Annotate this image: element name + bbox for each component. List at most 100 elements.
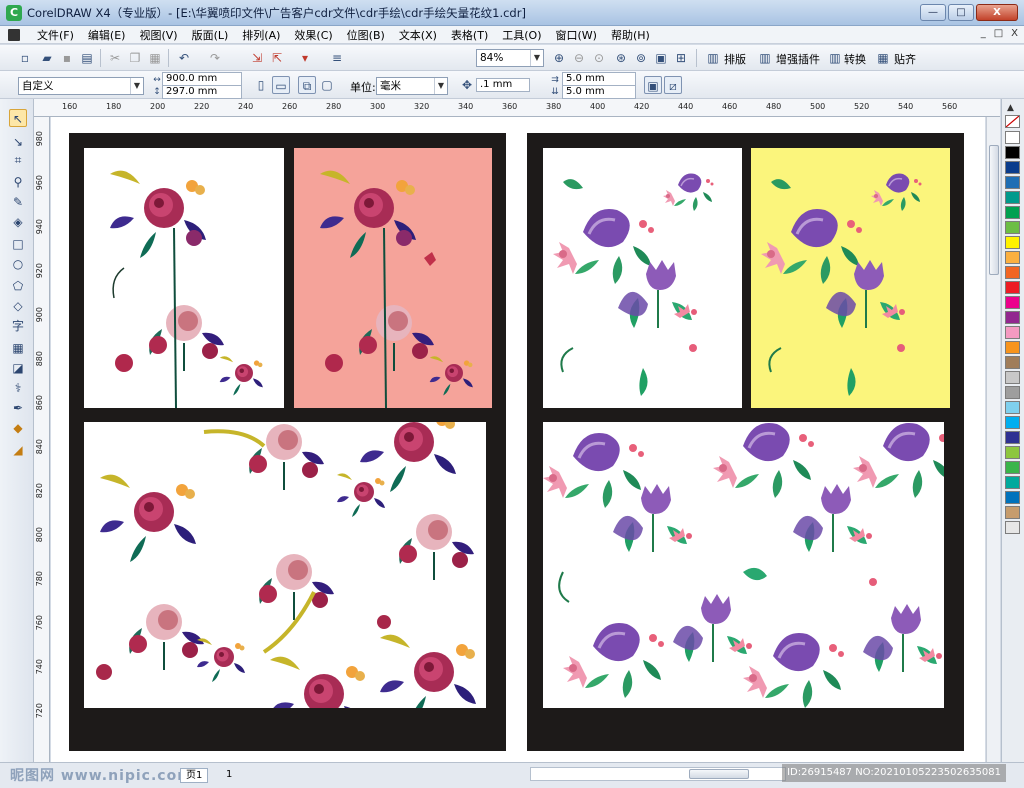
- application-launcher-icon[interactable]: ▾: [296, 49, 314, 67]
- color-swatch[interactable]: [1005, 386, 1020, 399]
- paste-icon[interactable]: ▦: [146, 49, 164, 67]
- outline-pen-icon[interactable]: ✒: [9, 399, 27, 417]
- page-tab[interactable]: 页1: [180, 768, 209, 783]
- zoom-level-combo[interactable]: 84% ▼: [476, 49, 544, 67]
- menu-text[interactable]: 文本(X): [392, 27, 444, 43]
- zoom-out-icon[interactable]: ⊖: [570, 49, 588, 67]
- color-swatch[interactable]: [1005, 416, 1020, 429]
- horizontal-scrollbar[interactable]: [530, 767, 786, 781]
- pattern-repeat-rose[interactable]: [84, 422, 486, 708]
- zoom-all-icon[interactable]: ⊚: [632, 49, 650, 67]
- menu-bitmaps[interactable]: 位图(B): [340, 27, 392, 43]
- color-swatch[interactable]: [1005, 521, 1020, 534]
- portrait-icon[interactable]: ▯: [252, 76, 270, 94]
- page-width-field[interactable]: 900.0 mm: [162, 72, 242, 86]
- interactive-fill-icon[interactable]: ◢: [9, 441, 27, 459]
- zoom-width-icon[interactable]: ⊞: [672, 49, 690, 67]
- color-swatch[interactable]: [1005, 431, 1020, 444]
- new-file-icon[interactable]: ▫: [16, 49, 34, 67]
- vertical-ruler[interactable]: 980 960 940 920 900 880 860 840 820 800 …: [34, 117, 50, 762]
- pattern-tile-purple-yellow[interactable]: [751, 148, 950, 408]
- draw-with-curve-icon[interactable]: ⧄: [664, 76, 682, 94]
- fill-tool-icon[interactable]: ◆: [9, 419, 27, 437]
- color-swatch[interactable]: [1005, 146, 1020, 159]
- color-swatch[interactable]: [1005, 176, 1020, 189]
- color-swatch[interactable]: [1005, 491, 1020, 504]
- color-swatch[interactable]: [1005, 161, 1020, 174]
- enhance-plugin-button[interactable]: 增强插件: [776, 51, 820, 67]
- shape-tool-icon[interactable]: ↘: [9, 133, 27, 151]
- color-swatch[interactable]: [1005, 191, 1020, 204]
- convert-button[interactable]: 转换: [844, 51, 866, 67]
- zoom-in-icon[interactable]: ⊕: [550, 49, 568, 67]
- color-swatch[interactable]: [1005, 221, 1020, 234]
- color-swatch[interactable]: [1005, 356, 1020, 369]
- doc-menu-icon[interactable]: [8, 28, 20, 41]
- close-button[interactable]: X: [976, 4, 1018, 21]
- color-swatch[interactable]: [1005, 506, 1020, 519]
- open-folder-icon[interactable]: ▰: [38, 49, 56, 67]
- pattern-tile-rose-pink[interactable]: [294, 148, 492, 408]
- horizontal-ruler[interactable]: 160 180 200 220 240 260 280 300 320 340 …: [34, 99, 1000, 117]
- color-swatch[interactable]: [1005, 296, 1020, 309]
- color-swatch[interactable]: [1005, 341, 1020, 354]
- color-swatch[interactable]: [1005, 371, 1020, 384]
- menu-help[interactable]: 帮助(H): [604, 27, 657, 43]
- color-swatch[interactable]: [1005, 206, 1020, 219]
- menu-arrange[interactable]: 排列(A): [235, 27, 287, 43]
- menu-table[interactable]: 表格(T): [444, 27, 495, 43]
- menu-layout[interactable]: 版面(L): [185, 27, 236, 43]
- crop-tool-icon[interactable]: ⌗: [9, 151, 27, 169]
- smart-fill-icon[interactable]: ◈: [9, 213, 27, 231]
- color-swatch[interactable]: [1005, 251, 1020, 264]
- undo-icon[interactable]: ↶: [175, 49, 193, 67]
- menu-file[interactable]: 文件(F): [30, 27, 81, 43]
- color-swatch[interactable]: [1005, 476, 1020, 489]
- eyedropper-icon[interactable]: ⚕: [9, 379, 27, 397]
- color-swatch[interactable]: [1005, 401, 1020, 414]
- pattern-tile-rose-white[interactable]: [84, 148, 284, 408]
- drawing-canvas[interactable]: [51, 117, 985, 762]
- scroll-thumb[interactable]: [989, 145, 999, 275]
- nudge-distance-field[interactable]: .1 mm: [476, 78, 530, 92]
- menu-view[interactable]: 视图(V): [132, 27, 184, 43]
- save-icon[interactable]: ▪: [58, 49, 76, 67]
- color-swatch[interactable]: [1005, 311, 1020, 324]
- import-icon[interactable]: ⇲: [248, 49, 266, 67]
- color-swatch[interactable]: [1005, 266, 1020, 279]
- ellipse-tool-icon[interactable]: ○: [9, 255, 27, 273]
- zoom-selected-icon[interactable]: ⊛: [612, 49, 630, 67]
- redo-icon[interactable]: ↷: [206, 49, 224, 67]
- basic-shapes-icon[interactable]: ◇: [9, 297, 27, 315]
- polygon-tool-icon[interactable]: ⬠: [9, 277, 27, 295]
- current-page-icon[interactable]: ▢: [318, 76, 336, 94]
- menu-edit[interactable]: 编辑(E): [81, 27, 133, 43]
- color-swatch[interactable]: [1005, 236, 1020, 249]
- color-swatch[interactable]: [1005, 461, 1020, 474]
- zoom-tool-icon[interactable]: ⚲: [9, 173, 27, 191]
- treat-as-filled-icon[interactable]: ▣: [644, 76, 662, 94]
- minimize-button[interactable]: —: [920, 4, 946, 21]
- menu-tools[interactable]: 工具(O): [495, 27, 548, 43]
- doc-close-button[interactable]: X: [1011, 28, 1018, 39]
- pick-tool-icon[interactable]: ↖: [9, 109, 27, 127]
- scroll-thumb[interactable]: [689, 769, 749, 779]
- snap-icon[interactable]: ▦: [874, 49, 892, 67]
- color-swatch[interactable]: [1005, 281, 1020, 294]
- doc-minimize-button[interactable]: _: [981, 28, 986, 39]
- freehand-tool-icon[interactable]: ✎: [9, 193, 27, 211]
- paper-preset-combo[interactable]: 自定义 ▼: [18, 77, 144, 95]
- table-tool-icon[interactable]: ▦: [9, 339, 27, 357]
- zoom-page-icon[interactable]: ▣: [652, 49, 670, 67]
- plugin-icon[interactable]: ▥: [756, 49, 774, 67]
- swatch-none-icon[interactable]: [1005, 115, 1020, 128]
- welcome-screen-icon[interactable]: ≡: [328, 49, 346, 67]
- menu-effects[interactable]: 效果(C): [287, 27, 339, 43]
- pattern-tile-purple-white[interactable]: [543, 148, 742, 408]
- export-icon[interactable]: ⇱: [268, 49, 286, 67]
- snap-button[interactable]: 贴齐: [894, 51, 916, 67]
- text-tool-icon[interactable]: 字: [9, 317, 27, 335]
- vertical-scrollbar[interactable]: [986, 117, 1000, 762]
- copy-icon[interactable]: ❐: [126, 49, 144, 67]
- duplicate-x-field[interactable]: 5.0 mm: [562, 72, 636, 86]
